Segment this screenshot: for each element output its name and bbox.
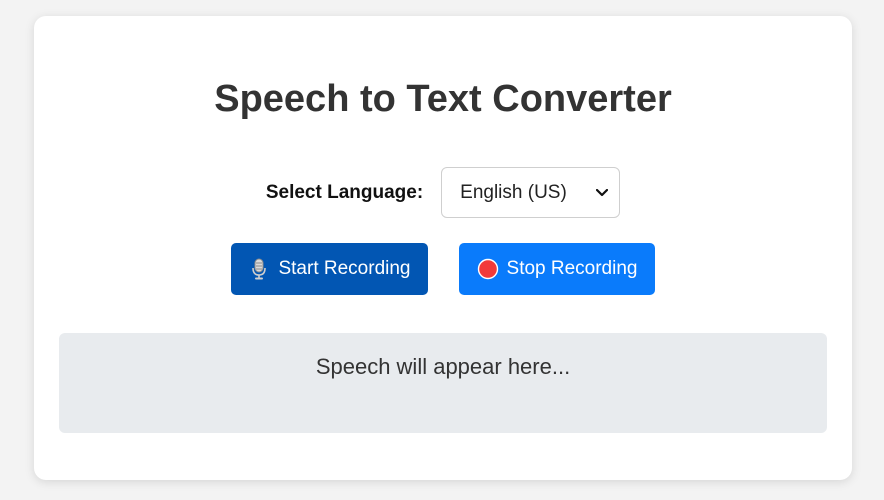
start-recording-button[interactable]: Start Recording bbox=[231, 243, 428, 295]
red-circle-icon bbox=[477, 258, 499, 280]
converter-card: Speech to Text Converter Select Language… bbox=[34, 16, 852, 480]
language-select[interactable]: English (US) bbox=[441, 167, 621, 218]
recording-controls: Start Recording Stop Recording bbox=[34, 243, 852, 295]
language-selected-value: English (US) bbox=[460, 181, 567, 203]
transcript-placeholder: Speech will appear here... bbox=[315, 354, 571, 379]
stop-recording-label: Stop Recording bbox=[506, 258, 638, 279]
language-row: Select Language: English (US) bbox=[34, 167, 852, 218]
start-recording-label: Start Recording bbox=[278, 258, 411, 279]
microphone-icon bbox=[248, 258, 270, 280]
chevron-down-icon bbox=[595, 186, 609, 200]
transcript-output: Speech will appear here... bbox=[59, 333, 827, 433]
stop-recording-button[interactable]: Stop Recording bbox=[459, 243, 655, 295]
language-label: Select Language: bbox=[265, 181, 424, 203]
page-title: Speech to Text Converter bbox=[214, 78, 672, 120]
